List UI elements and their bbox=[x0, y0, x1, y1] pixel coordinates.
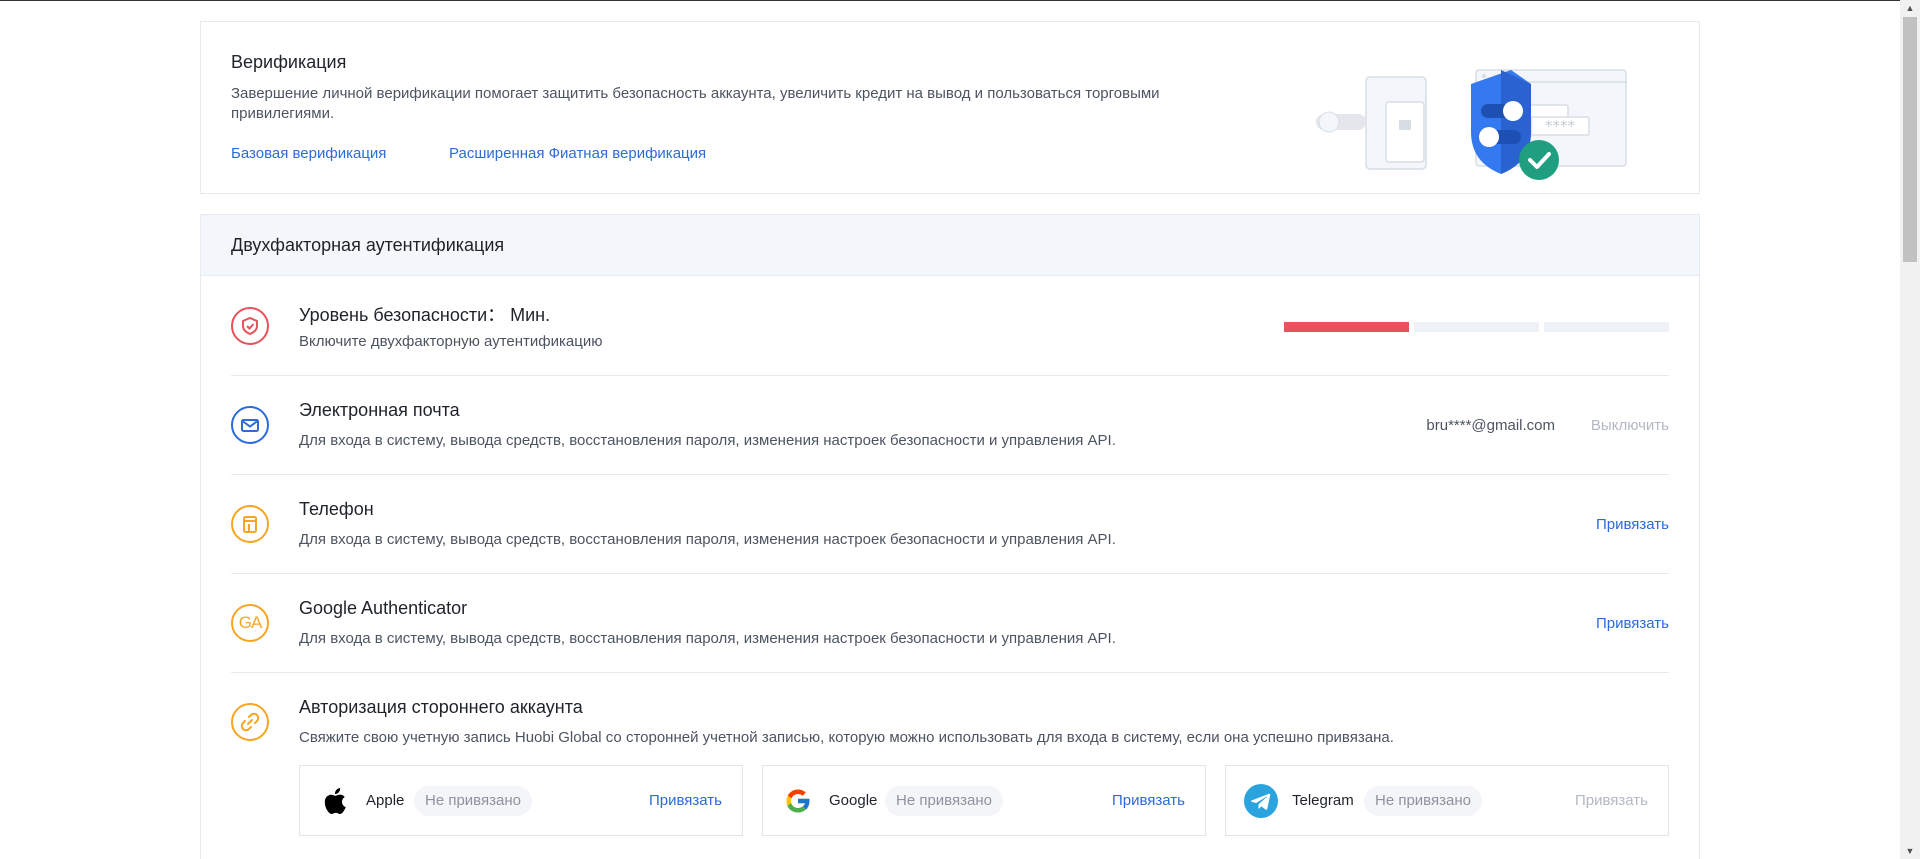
security-level-title: Уровень безопасности： Мин. bbox=[299, 305, 551, 325]
verification-title: Верификация bbox=[231, 52, 347, 72]
scrollbar-thumb[interactable] bbox=[1903, 17, 1917, 262]
provider-status-badge: Не привязано bbox=[1364, 786, 1482, 816]
page-scrollbar[interactable]: ▲ ▼ bbox=[1900, 0, 1920, 859]
provider-tile-apple: Apple Не привязано Привязать bbox=[299, 765, 743, 836]
phone-title: Телефон bbox=[299, 499, 374, 519]
phone-bind-button[interactable]: Привязать bbox=[1596, 516, 1669, 533]
level-segment bbox=[1284, 322, 1409, 332]
phone-row: Телефон Для входа в систему, вывода сред… bbox=[231, 475, 1669, 574]
level-segment bbox=[1544, 322, 1669, 332]
two-factor-title: Двухфакторная аутентификация bbox=[231, 235, 505, 255]
scroll-down-arrow[interactable]: ▼ bbox=[1900, 843, 1920, 859]
top-border bbox=[0, 0, 1900, 1]
telegram-bind-button[interactable]: Привязать bbox=[1575, 792, 1648, 809]
provider-name: Google bbox=[829, 792, 878, 809]
verification-card: Верификация Завершение личной верификаци… bbox=[200, 21, 1700, 194]
illustration-password: **** bbox=[1545, 117, 1576, 135]
google-bind-button[interactable]: Привязать bbox=[1112, 792, 1185, 809]
google-authenticator-icon: GA bbox=[231, 604, 269, 642]
level-segment bbox=[1414, 322, 1539, 332]
mail-icon bbox=[231, 406, 269, 444]
google-authenticator-title: Google Authenticator bbox=[299, 598, 468, 618]
provider-tile-telegram: Telegram Не привязано Привязать bbox=[1225, 765, 1669, 836]
provider-status-badge: Не привязано bbox=[885, 786, 1003, 816]
security-level-row: Уровень безопасности： Мин. Включите двух… bbox=[231, 277, 1669, 376]
advanced-fiat-verification-link[interactable]: Расширенная Фиатная верификация bbox=[449, 145, 706, 162]
email-description: Для входа в систему, вывода средств, вос… bbox=[299, 432, 1116, 449]
verification-description: Завершение личной верификации помогает з… bbox=[231, 85, 1160, 122]
shield-icon bbox=[231, 307, 269, 345]
third-party-description: Свяжите свою учетную запись Huobi Global… bbox=[299, 729, 1394, 746]
google-authenticator-row: GA Google Authenticator Для входа в сист… bbox=[231, 574, 1669, 673]
two-factor-card: Двухфакторная аутентификация Уровень без… bbox=[200, 214, 1700, 859]
third-party-title: Авторизация стороннего аккаунта bbox=[299, 697, 583, 717]
apple-bind-button[interactable]: Привязать bbox=[649, 792, 722, 809]
two-factor-header: Двухфакторная аутентификация bbox=[201, 215, 1699, 276]
provider-tile-google: Google Не привязано Привязать bbox=[762, 765, 1206, 836]
google-authenticator-bind-button[interactable]: Привязать bbox=[1596, 615, 1669, 632]
apple-icon bbox=[318, 784, 352, 818]
phone-description: Для входа в систему, вывода средств, вос… bbox=[299, 531, 1116, 548]
security-illustration: **** bbox=[1316, 69, 1627, 180]
telegram-icon bbox=[1244, 784, 1278, 818]
google-icon bbox=[781, 784, 815, 818]
provider-status-badge: Не привязано bbox=[414, 786, 532, 816]
email-disable-button[interactable]: Выключить bbox=[1591, 417, 1669, 434]
scroll-up-arrow[interactable]: ▲ bbox=[1900, 0, 1920, 16]
google-authenticator-description: Для входа в систему, вывода средств, вос… bbox=[299, 630, 1116, 647]
basic-verification-link[interactable]: Базовая верификация bbox=[231, 145, 386, 162]
security-level-description: Включите двухфакторную аутентификацию bbox=[299, 333, 603, 350]
email-title: Электронная почта bbox=[299, 400, 460, 420]
provider-name: Telegram bbox=[1292, 792, 1354, 809]
link-icon bbox=[231, 703, 269, 741]
phone-icon bbox=[231, 505, 269, 543]
provider-name: Apple bbox=[366, 792, 405, 809]
email-value: bru****@gmail.com bbox=[1426, 417, 1555, 434]
security-level-bar bbox=[1284, 322, 1669, 332]
email-row: Электронная почта Для входа в систему, в… bbox=[231, 376, 1669, 475]
